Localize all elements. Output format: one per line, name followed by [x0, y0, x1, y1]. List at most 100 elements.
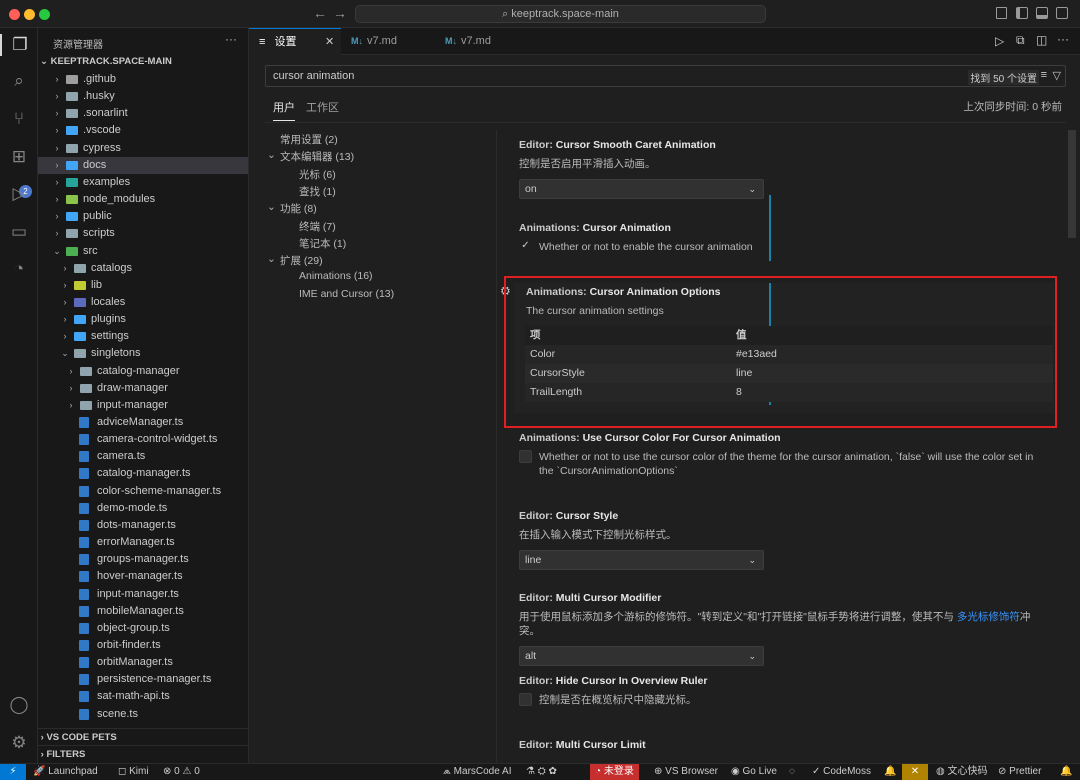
- smooth-caret-select[interactable]: on ⌄: [519, 179, 764, 199]
- toc-item[interactable]: 查找 (1): [299, 184, 336, 199]
- more-actions-icon[interactable]: ···: [225, 32, 237, 46]
- close-window-button[interactable]: [9, 9, 20, 20]
- folder-item[interactable]: › public: [38, 208, 248, 225]
- folder-item[interactable]: › .husky: [38, 88, 248, 105]
- folder-item[interactable]: › .github: [38, 71, 248, 88]
- tab-v7-md-1[interactable]: M↓ v7.md: [341, 28, 435, 55]
- file-item[interactable]: sat-math-api.ts: [38, 688, 248, 705]
- hide-cursor-checkbox[interactable]: [519, 693, 532, 706]
- file-item[interactable]: dots-manager.ts: [38, 517, 248, 534]
- file-item[interactable]: mobileManager.ts: [38, 603, 248, 620]
- folder-item[interactable]: › docs: [38, 156, 248, 174]
- folder-item[interactable]: › scripts: [38, 225, 248, 242]
- file-item[interactable]: input-manager.ts: [38, 586, 248, 603]
- section-vs-code-pets[interactable]: › VS CODE PETS: [38, 728, 248, 745]
- maximize-window-button[interactable]: [39, 9, 50, 20]
- file-item[interactable]: adviceManager.ts: [38, 414, 248, 431]
- file-item[interactable]: object-group.ts: [38, 620, 248, 637]
- toc-item[interactable]: Animations (16): [299, 270, 373, 282]
- status-warning-icon[interactable]: ✕: [902, 764, 928, 780]
- clear-filter-icon[interactable]: ≡: [1041, 69, 1047, 81]
- folder-item[interactable]: › plugins: [38, 311, 248, 328]
- file-item[interactable]: catalog-manager.ts: [38, 465, 248, 482]
- open-settings-json-icon[interactable]: ⧉: [1016, 33, 1025, 48]
- folder-item[interactable]: › locales: [38, 294, 248, 311]
- file-item[interactable]: scene.ts: [38, 706, 248, 723]
- status-launchpad[interactable]: 🚀 Launchpad: [33, 764, 98, 780]
- tab-v7-md-2[interactable]: M↓ v7.md: [435, 28, 529, 55]
- multi-cursor-modifier-select[interactable]: alt ⌄: [519, 646, 764, 666]
- settings-search-input[interactable]: cursor animation 找到 50 个设置 ≡ ▽: [265, 65, 1066, 87]
- back-arrow-icon[interactable]: ←: [313, 5, 327, 21]
- source-control-icon[interactable]: ⑂: [8, 108, 30, 130]
- git-graph-icon[interactable]: ◔: [8, 258, 30, 280]
- file-item[interactable]: persistence-manager.ts: [38, 671, 248, 688]
- cursor-style-select[interactable]: line ⌄: [519, 550, 764, 570]
- toggle-panel-icon[interactable]: [1036, 7, 1048, 19]
- cursor-animation-checkbox[interactable]: ✓: [519, 240, 532, 253]
- folder-item[interactable]: › draw-manager: [38, 380, 248, 397]
- status-extension-icons[interactable]: ⚗ ⛭ ✿: [526, 764, 557, 780]
- folder-item[interactable]: › input-manager: [38, 397, 248, 414]
- file-item[interactable]: hover-manager.ts: [38, 568, 248, 585]
- toc-item[interactable]: IME and Cursor (13): [299, 288, 394, 300]
- toc-item[interactable]: 笔记本 (1): [299, 236, 346, 251]
- tab-workspace-scope[interactable]: 工作区: [306, 99, 339, 115]
- run-icon[interactable]: ▷: [995, 34, 1004, 48]
- remote-indicator-icon[interactable]: ⚡: [0, 764, 26, 780]
- file-item[interactable]: errorManager.ts: [38, 534, 248, 551]
- folder-item[interactable]: › .sonarlint: [38, 105, 248, 122]
- status-wenxin[interactable]: ◍ 文心快码: [936, 764, 988, 780]
- status-marscode[interactable]: ⩕ MarsCode AI: [443, 764, 511, 780]
- folder-item[interactable]: ⌄ singletons: [38, 345, 248, 362]
- vertical-scrollbar[interactable]: [1068, 130, 1076, 238]
- toc-item[interactable]: 光标 (6): [299, 167, 336, 182]
- toc-item[interactable]: 终端 (7): [299, 219, 336, 234]
- status-codemoss[interactable]: ✓ CodeMoss: [812, 764, 871, 780]
- close-tab-icon[interactable]: ✕: [325, 29, 334, 56]
- folder-item[interactable]: › examples: [38, 174, 248, 191]
- tab-settings[interactable]: ≡ 设置 ✕: [249, 28, 341, 55]
- minimize-window-button[interactable]: [24, 9, 35, 20]
- toc-item[interactable]: ⌄ 扩展 (29): [267, 253, 323, 268]
- folder-item[interactable]: › catalog-manager: [38, 363, 248, 380]
- folder-item[interactable]: › settings: [38, 328, 248, 345]
- file-item[interactable]: camera-control-widget.ts: [38, 431, 248, 448]
- filter-icon[interactable]: ▽: [1053, 69, 1061, 82]
- toc-item[interactable]: ⌄ 功能 (8): [267, 201, 317, 216]
- settings-gear-icon[interactable]: ⚙: [8, 732, 30, 754]
- multi-cursor-modifier-link[interactable]: 多光标修饰符: [957, 611, 1020, 623]
- use-cursor-color-checkbox[interactable]: [519, 450, 532, 463]
- toc-item[interactable]: ⌄ 文本编辑器 (13): [267, 149, 354, 164]
- notification-bell-icon[interactable]: 🔔: [884, 764, 896, 780]
- tab-user-scope[interactable]: 用户: [273, 99, 295, 121]
- section-filters[interactable]: › FILTERS: [38, 745, 248, 762]
- notifications-icon[interactable]: 🔔: [1060, 764, 1072, 780]
- status-prettier[interactable]: ⊘ Prettier: [998, 764, 1041, 780]
- file-item[interactable]: groups-manager.ts: [38, 551, 248, 568]
- customize-layout-icon[interactable]: [996, 7, 1007, 19]
- workspace-root[interactable]: ⌄ KEEPTRACK.SPACE-MAIN: [40, 56, 172, 67]
- status-kimi[interactable]: ◻ Kimi: [118, 764, 149, 780]
- account-icon[interactable]: ◯: [8, 694, 30, 716]
- status-problems[interactable]: ⊗ 0 ⚠ 0: [163, 764, 200, 780]
- file-item[interactable]: demo-mode.ts: [38, 500, 248, 517]
- status-go-live[interactable]: ◉ Go Live: [731, 764, 777, 780]
- toggle-secondary-sidebar-icon[interactable]: [1056, 7, 1068, 19]
- files-icon[interactable]: ❐: [0, 34, 38, 56]
- folder-item[interactable]: › node_modules: [38, 191, 248, 208]
- search-icon[interactable]: ⌕: [8, 70, 30, 92]
- forward-arrow-icon[interactable]: →: [333, 5, 347, 21]
- file-item[interactable]: orbitManager.ts: [38, 654, 248, 671]
- folder-item[interactable]: › cypress: [38, 140, 248, 157]
- settings-search-value[interactable]: cursor animation: [273, 70, 354, 82]
- file-item[interactable]: color-scheme-manager.ts: [38, 483, 248, 500]
- folder-item[interactable]: ⌄ src: [38, 243, 248, 260]
- folder-item[interactable]: › catalogs: [38, 260, 248, 277]
- file-item[interactable]: orbit-finder.ts: [38, 637, 248, 654]
- split-editor-icon[interactable]: ◫: [1036, 33, 1047, 47]
- command-center-search[interactable]: ⌕ keeptrack.space-main: [355, 5, 766, 23]
- run-debug-icon[interactable]: ▷: [8, 183, 30, 205]
- copilot-icon[interactable]: ◌: [789, 764, 795, 780]
- folder-item[interactable]: › lib: [38, 277, 248, 294]
